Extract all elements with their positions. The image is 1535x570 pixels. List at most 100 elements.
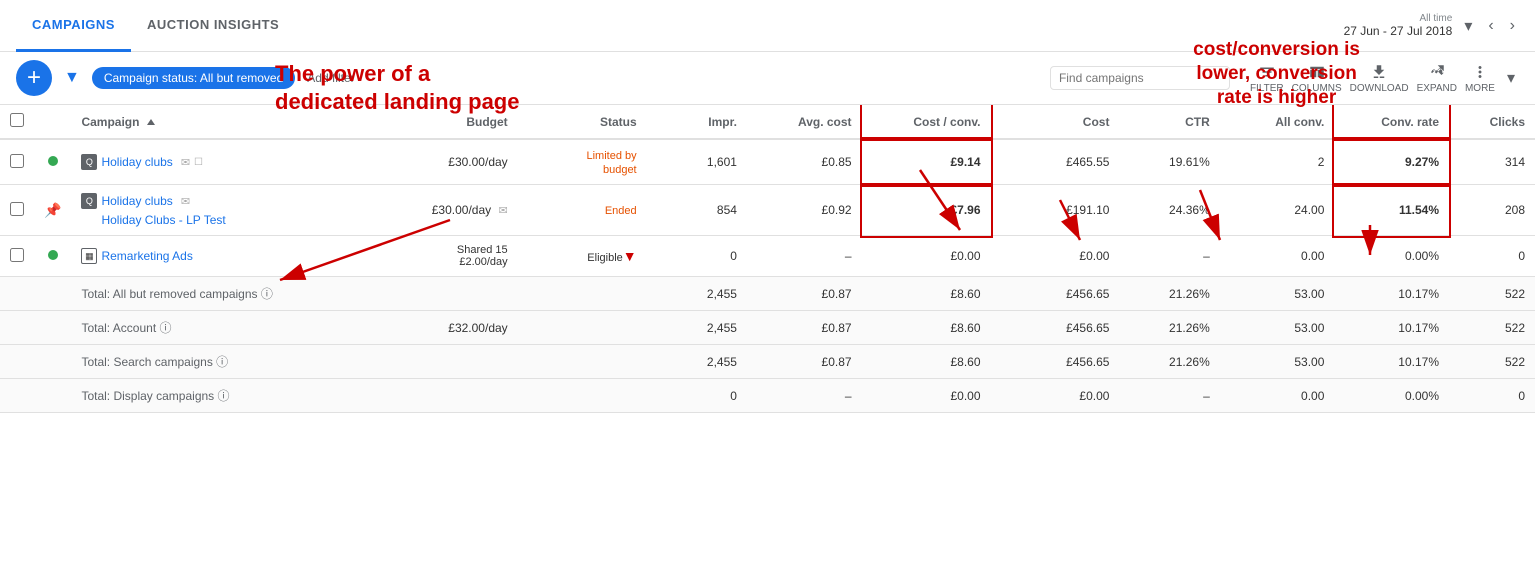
total-avgcost: £0.87: [747, 311, 862, 345]
col-costconv-header[interactable]: Cost / conv.: [862, 105, 991, 139]
select-all-checkbox[interactable]: [10, 113, 24, 127]
date-dropdown-btn[interactable]: ▾: [1460, 12, 1476, 40]
status-limited: Limited bybudget: [586, 150, 636, 176]
total-row: Total: Display campaigns ⓘ 0 – £0.00 £0.…: [0, 379, 1535, 413]
envelope-icon: ✉: [181, 156, 190, 169]
row-checkbox[interactable]: [10, 202, 24, 216]
total-row: Total: All but removed campaigns ⓘ 2,455…: [0, 277, 1535, 311]
total-convrate: 10.17%: [1334, 311, 1449, 345]
status-cell: Limited bybudget: [518, 139, 647, 185]
row-checkbox[interactable]: [10, 248, 24, 262]
campaign-link[interactable]: Holiday clubs: [101, 194, 172, 208]
download-btn[interactable]: DOWNLOAD: [1350, 63, 1409, 94]
total-checkbox-col: [0, 379, 71, 413]
date-next-btn[interactable]: ›: [1506, 13, 1519, 39]
col-avgcost-header[interactable]: Avg. cost: [747, 105, 862, 139]
total-allconv: 53.00: [1220, 311, 1335, 345]
impr-cell: 0: [647, 236, 747, 277]
campaigns-table: Campaign Budget Status Impr. Avg. cost C…: [0, 105, 1535, 413]
total-costconv: £8.60: [862, 345, 991, 379]
columns-btn[interactable]: COLUMNS: [1292, 63, 1342, 94]
total-cost: £456.65: [991, 277, 1120, 311]
budget-cell: Shared 15£2.00/day: [374, 236, 517, 277]
total-impr: 2,455: [647, 345, 747, 379]
col-budget-header[interactable]: Budget: [374, 105, 517, 139]
total-convrate: 0.00%: [1334, 379, 1449, 413]
total-allconv: 53.00: [1220, 345, 1335, 379]
envelope-icon-2: ✉: [498, 205, 507, 217]
total-budget: [374, 345, 517, 379]
col-status-indicator: [34, 105, 71, 139]
total-costconv: £0.00: [862, 379, 991, 413]
table-row: ▦ Remarketing Ads Shared 15£2.00/day Eli…: [0, 236, 1535, 277]
campaign-cell: ▦ Remarketing Ads: [71, 236, 374, 277]
total-avgcost: £0.87: [747, 277, 862, 311]
col-impr-header[interactable]: Impr.: [647, 105, 747, 139]
cost-cell: £0.00: [991, 236, 1120, 277]
campaign-link[interactable]: Remarketing Ads: [101, 249, 192, 263]
col-cost-header[interactable]: Cost: [991, 105, 1120, 139]
all-time-label: All time: [1344, 13, 1453, 24]
status-cell: Ended: [518, 185, 647, 236]
campaign-sub-link[interactable]: Holiday Clubs - LP Test: [101, 213, 225, 227]
allconv-cell: 24.00: [1220, 185, 1335, 236]
col-clicks-header[interactable]: Clicks: [1449, 105, 1535, 139]
search-icon: Q: [81, 193, 97, 209]
total-status: [518, 379, 647, 413]
filter-btn[interactable]: FILTER: [1250, 63, 1284, 94]
avgcost-cell: £0.92: [747, 185, 862, 236]
filter-icon[interactable]: ▼: [64, 69, 80, 87]
campaign-link[interactable]: Holiday clubs: [101, 155, 172, 169]
costconv-cell: £0.00: [862, 236, 991, 277]
filter-tag[interactable]: Campaign status: All but removed: [92, 67, 295, 89]
total-allconv: 0.00: [1220, 379, 1335, 413]
col-ctr-header[interactable]: CTR: [1119, 105, 1219, 139]
total-checkbox-col: [0, 311, 71, 345]
expand-btn[interactable]: EXPAND: [1417, 63, 1457, 94]
total-ctr: 21.26%: [1119, 277, 1219, 311]
row-checkbox[interactable]: [10, 154, 24, 168]
col-convrate-header[interactable]: Conv. rate: [1334, 105, 1449, 139]
status-eligible: Eligible▼: [587, 252, 636, 264]
total-ctr: –: [1119, 379, 1219, 413]
total-clicks: 522: [1449, 277, 1535, 311]
add-button[interactable]: +: [16, 60, 52, 96]
date-prev-btn[interactable]: ‹: [1484, 13, 1497, 39]
tab-campaigns[interactable]: CAMPAIGNS: [16, 0, 131, 52]
cost-cell: £191.10: [991, 185, 1120, 236]
total-budget: [374, 277, 517, 311]
delivery-icon: ☐: [194, 157, 203, 168]
search-input[interactable]: [1050, 66, 1230, 90]
avgcost-cell: £0.85: [747, 139, 862, 185]
campaign-cell: Q Holiday clubs ✉ Holiday Clubs - LP Tes…: [71, 185, 374, 236]
total-budget: [374, 379, 517, 413]
date-range-value: 27 Jun - 27 Jul 2018: [1344, 24, 1453, 38]
ctr-cell: 24.36%: [1119, 185, 1219, 236]
more-btn[interactable]: MORE: [1465, 63, 1495, 94]
search-icon: Q: [81, 154, 97, 170]
convrate-cell: 0.00%: [1334, 236, 1449, 277]
total-status: [518, 311, 647, 345]
clicks-cell: 314: [1449, 139, 1535, 185]
collapse-btn[interactable]: ▾: [1503, 64, 1519, 92]
total-status: [518, 277, 647, 311]
total-impr: 2,455: [647, 277, 747, 311]
total-costconv: £8.60: [862, 311, 991, 345]
col-campaign-header[interactable]: Campaign: [71, 105, 374, 139]
tab-auction-insights[interactable]: AUCTION INSIGHTS: [131, 0, 295, 52]
total-convrate: 10.17%: [1334, 277, 1449, 311]
total-label: Total: Search campaigns ⓘ: [71, 345, 374, 379]
table-row: 📌 Q Holiday clubs ✉ Holiday Clubs - LP T…: [0, 185, 1535, 236]
total-cost: £456.65: [991, 311, 1120, 345]
total-checkbox-col: [0, 277, 71, 311]
col-status-header[interactable]: Status: [518, 105, 647, 139]
total-allconv: 53.00: [1220, 277, 1335, 311]
add-filter-label[interactable]: Add filter: [307, 71, 354, 85]
total-checkbox-col: [0, 345, 71, 379]
pin-icon: 📌: [44, 202, 61, 218]
display-icon: ▦: [81, 248, 97, 264]
total-convrate: 10.17%: [1334, 345, 1449, 379]
total-label: Total: Display campaigns ⓘ: [71, 379, 374, 413]
impr-cell: 854: [647, 185, 747, 236]
col-allconv-header[interactable]: All conv.: [1220, 105, 1335, 139]
